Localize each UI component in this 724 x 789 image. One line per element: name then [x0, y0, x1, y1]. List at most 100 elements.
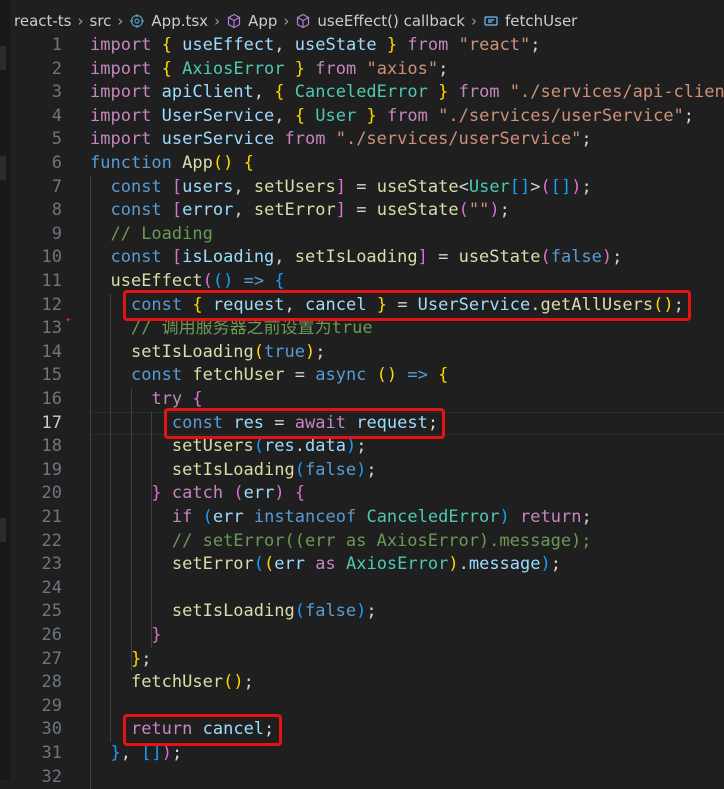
code-token: setIsLoading — [171, 459, 295, 480]
code-line[interactable]: 10 const [isLoading, setIsLoading] = use… — [10, 246, 724, 270]
code-line[interactable]: 20 } catch (err) { — [10, 482, 724, 506]
code-line[interactable]: 2 import { AxiosError } from "axios"; — [10, 58, 724, 82]
code-line[interactable]: 5 import userService from "./services/use… — [10, 128, 724, 152]
code-line[interactable]: 8 const [error, setError] = useState("")… — [10, 199, 724, 223]
code-line[interactable]: 13 // 调用服务器之前设置为true — [10, 317, 724, 341]
code-line[interactable]: 11 useEffect(() => { — [10, 270, 724, 294]
code-token: const — [110, 176, 162, 197]
code-token: ; — [438, 58, 449, 79]
code-line[interactable]: 12 const { request, cancel } = UserServi… — [10, 294, 724, 318]
code-token: , — [233, 176, 254, 197]
code-token: } — [294, 58, 306, 79]
code-token: // 调用服务器之前设置为true — [130, 318, 373, 339]
code-line[interactable]: 3 import apiClient, { CanceledError } fro… — [10, 81, 724, 105]
code-line[interactable]: 16 try { — [10, 388, 724, 412]
code-line[interactable]: 27 }; — [10, 648, 724, 672]
line-number: 30 — [41, 719, 62, 740]
code-text: fetchUser(); — [90, 671, 254, 695]
chevron-right-icon: › — [117, 12, 124, 30]
code-token: ( — [540, 176, 551, 197]
code-editor[interactable]: 1 import { useEffect, useState } from "re… — [10, 34, 724, 789]
code-token: () — [212, 153, 234, 173]
code-token: { — [438, 365, 449, 386]
code-line[interactable]: 14 setIsLoading(true); — [10, 341, 724, 365]
code-token: ) — [540, 554, 551, 575]
code-token: const — [110, 200, 162, 221]
code-line[interactable]: 28 fetchUser(); — [10, 671, 724, 695]
code-token: => — [407, 365, 428, 386]
breadcrumb-item-file[interactable]: App.tsx — [129, 12, 208, 30]
code-token: fetchUser — [192, 365, 285, 386]
code-token: . — [458, 554, 469, 575]
line-number: 23 — [41, 554, 62, 575]
code-line[interactable]: 25 setIsLoading(false); — [10, 600, 724, 624]
code-line[interactable]: 17 const res = await request; — [10, 411, 724, 436]
code-line[interactable]: 6 function App() { — [10, 152, 724, 176]
code-text: const [isLoading, setIsLoading] = useSta… — [90, 246, 622, 270]
code-line[interactable]: 19 setIsLoading(false); — [10, 459, 724, 483]
breadcrumb-item-variable[interactable]: fetchUser — [483, 12, 577, 30]
error-marker-icon[interactable]: ▸ — [66, 315, 72, 325]
code-token: return — [520, 507, 582, 527]
breadcrumb-item-callback[interactable]: useEffect() callback — [295, 12, 465, 30]
code-line[interactable]: 31 }, []); — [10, 742, 724, 766]
code-text: // 调用服务器之前设置为true — [90, 317, 373, 341]
breadcrumb-item-src[interactable]: src — [90, 12, 112, 30]
code-token: from — [315, 58, 357, 79]
line-number: 9 — [51, 223, 62, 244]
cube-icon — [226, 13, 242, 29]
code-line[interactable]: 29 — [10, 695, 724, 719]
breadcrumb-item-function[interactable]: App — [226, 12, 277, 30]
code-line[interactable]: 24 — [10, 577, 724, 601]
code-line[interactable]: 4 import UserService, { User } from "./se… — [10, 105, 724, 129]
code-token: { — [192, 389, 203, 409]
line-number: 15 — [41, 365, 62, 386]
code-token: useState — [376, 176, 459, 197]
code-token: ( — [540, 247, 551, 268]
code-token: UserService — [161, 105, 275, 126]
code-token: import — [90, 82, 152, 103]
code-line[interactable]: 1 import { useEffect, useState } from "re… — [10, 34, 724, 58]
code-token: ; — [581, 176, 592, 197]
code-token: res — [264, 436, 295, 457]
code-token: ; — [612, 247, 623, 268]
code-line[interactable]: 26 } — [10, 624, 724, 648]
code-text: setIsLoading(true); — [90, 341, 326, 365]
code-text: import { AxiosError } from "axios"; — [90, 58, 448, 82]
code-token: from — [386, 105, 428, 126]
code-line[interactable]: 22 // setError((err as AxiosError).messa… — [10, 530, 724, 554]
code-line[interactable]: 21 if (err instanceof CanceledError) ret… — [10, 506, 724, 530]
code-line[interactable]: 7 const [users, setUsers] = useState<Use… — [10, 176, 724, 200]
code-line[interactable]: 15 const fetchUser = async () => { — [10, 364, 724, 388]
code-text: }, []); — [90, 742, 182, 766]
code-token: setIsLoading — [171, 601, 295, 622]
code-line[interactable]: 23 setError((err as AxiosError).message)… — [10, 553, 724, 577]
breadcrumb-item-folder[interactable]: react-ts — [14, 12, 72, 30]
code-line[interactable]: 18 setUsers(res.data); — [10, 435, 724, 459]
line-number: 18 — [41, 436, 62, 457]
code-line[interactable]: 32 — [10, 766, 724, 789]
code-line[interactable]: 30 return cancel; — [10, 718, 724, 742]
code-token: () — [223, 672, 244, 693]
panel-marker — [0, 156, 6, 180]
code-token: ; — [581, 129, 592, 150]
code-token: err — [243, 483, 275, 504]
code-token: } — [376, 294, 387, 315]
code-token: ; — [550, 554, 561, 575]
code-line[interactable]: 9 // Loading — [10, 223, 724, 247]
code-token: setUsers — [253, 176, 336, 197]
